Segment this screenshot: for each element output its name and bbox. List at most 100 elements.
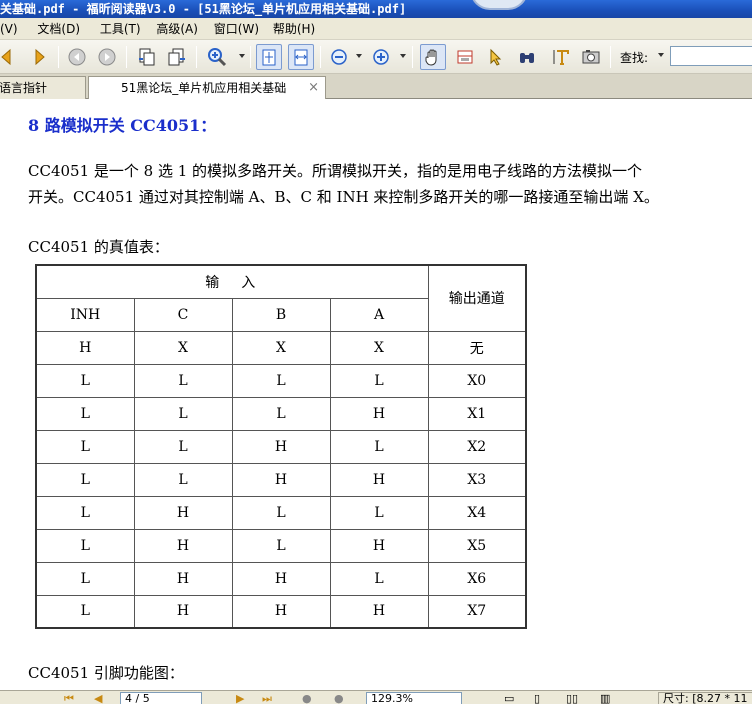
back-view-icon[interactable]: ● <box>302 692 312 704</box>
zoom-out-minus-icon[interactable] <box>326 44 352 70</box>
output-channel-cell: X3 <box>427 462 527 497</box>
table-row: L L H L X2 <box>35 429 527 464</box>
first-page-icon[interactable]: ⏮ <box>64 692 74 704</box>
input-cell: L <box>329 495 429 530</box>
menu-tools[interactable]: 工具(T) <box>100 18 147 40</box>
search-input[interactable] <box>670 46 752 66</box>
input-cell: L <box>133 429 233 464</box>
paste-page-icon[interactable] <box>164 44 190 70</box>
toolbar-separator <box>250 46 251 68</box>
prev-arrow-icon[interactable] <box>0 44 20 70</box>
paragraph-line: 开关。CC4051 通过对其控制端 A、B、C 和 INH 来控制多路开关的哪一… <box>28 188 659 206</box>
tab-51hei-mcu-basics[interactable]: 51黑论坛_单片机应用相关基础 × <box>88 76 326 99</box>
facing-page-icon[interactable]: ▯▯ <box>566 692 578 704</box>
input-cell: L <box>231 495 331 530</box>
binoculars-icon[interactable] <box>514 44 540 70</box>
copy-page-icon[interactable] <box>134 44 160 70</box>
table-row: L H L L X4 <box>35 495 527 530</box>
continuous-facing-icon[interactable]: ▥ <box>600 692 610 704</box>
page-number-field[interactable]: 4 / 5 <box>120 692 202 704</box>
input-cell: L <box>133 363 233 398</box>
input-cell: L <box>329 429 429 464</box>
tab-language-pointer[interactable]: 语言指针 <box>0 76 86 99</box>
column-header: B <box>231 297 331 332</box>
zoom-in-dropdown-chevron-icon[interactable] <box>400 54 406 58</box>
search-label: 查找: <box>620 51 649 65</box>
input-cell: H <box>231 594 331 629</box>
menu-document[interactable]: 文档(D) <box>37 18 86 40</box>
output-channel-cell: 无 <box>427 330 527 365</box>
toolbar-separator <box>320 46 321 68</box>
input-cell: H <box>133 495 233 530</box>
fit-page-icon[interactable] <box>256 44 282 70</box>
input-cell: H <box>329 594 429 629</box>
table-row: L L H H X3 <box>35 462 527 497</box>
toolbar-separator <box>58 46 59 68</box>
output-header: 输出通道 <box>427 264 527 332</box>
forward-view-icon[interactable]: ● <box>334 692 344 704</box>
zoom-dropdown-chevron-icon[interactable] <box>239 54 245 58</box>
input-cell: X <box>133 330 233 365</box>
input-cell: H <box>133 594 233 629</box>
column-header: C <box>133 297 233 332</box>
menu-help[interactable]: 帮助(H) <box>273 18 321 40</box>
truth-table-caption: CC4051 的真值表： <box>28 238 169 256</box>
toolbar-separator <box>412 46 413 68</box>
menu-view[interactable]: (V) <box>0 18 24 40</box>
status-bar: ⏮ ◀ 4 / 5 ▶ ⏭ ● ● 129.3% ▭ ▯ ▯▯ ▥ 尺寸: [8… <box>0 690 752 704</box>
input-cell: L <box>133 396 233 431</box>
input-header: 输 入 <box>35 264 429 299</box>
input-cell: X <box>329 330 429 365</box>
document-view[interactable]: 8 路模拟开关 CC4051： CC4051 是一个 8 选 1 的模拟多路开关… <box>0 100 752 690</box>
input-cell: L <box>231 363 331 398</box>
zoom-out-dropdown-chevron-icon[interactable] <box>356 54 362 58</box>
snapshot-select-icon[interactable] <box>452 44 478 70</box>
page-size-readout: 尺寸: [8.27 * 11 <box>658 692 752 704</box>
last-page-icon[interactable]: ⏭ <box>262 692 272 704</box>
input-cell: L <box>35 594 135 629</box>
zoom-in-plus-icon[interactable] <box>368 44 394 70</box>
close-icon[interactable]: × <box>308 77 319 99</box>
input-cell: L <box>35 462 135 497</box>
table-row: L L L H X1 <box>35 396 527 431</box>
zoom-in-icon[interactable] <box>204 44 230 70</box>
menu-advanced[interactable]: 高级(A) <box>156 18 204 40</box>
continuous-page-icon[interactable]: ▯ <box>534 692 540 704</box>
table-row: L H H H X7 <box>35 594 527 629</box>
next-arrow-icon[interactable] <box>26 44 52 70</box>
text-tool-icon[interactable] <box>548 44 574 70</box>
input-cell: L <box>231 396 331 431</box>
output-channel-cell: X2 <box>427 429 527 464</box>
camera-icon[interactable] <box>578 44 604 70</box>
input-cell: H <box>133 561 233 596</box>
input-cell: L <box>35 528 135 563</box>
input-cell: L <box>35 429 135 464</box>
menu-window[interactable]: 窗口(W) <box>214 18 265 40</box>
section-heading: 8 路模拟开关 CC4051： <box>28 116 217 135</box>
menu-bar: (V) 文档(D) 工具(T) 高级(A) 窗口(W) 帮助(H) <box>0 18 752 40</box>
prev-page-icon[interactable]: ◀ <box>94 692 102 704</box>
title-bar-ornament <box>470 0 528 10</box>
next-page-icon[interactable]: ▶ <box>236 692 244 704</box>
hand-tool-icon[interactable] <box>420 44 446 70</box>
input-cell: L <box>35 495 135 530</box>
table-row: HXXX无 <box>35 330 527 365</box>
window-title-bar: 关基础.pdf - 福昕阅读器V3.0 - [51黑论坛_单片机应用相关基础.p… <box>0 0 752 18</box>
select-arrow-icon[interactable] <box>482 44 508 70</box>
input-cell: X <box>231 330 331 365</box>
tab-label: 语言指针 <box>0 81 48 95</box>
table-row: L L L L X0 <box>35 363 527 398</box>
table-row: L H H L X6 <box>35 561 527 596</box>
zoom-level-field[interactable]: 129.3% <box>366 692 462 704</box>
search-options-chevron-icon[interactable] <box>658 53 664 57</box>
input-cell: H <box>329 528 429 563</box>
back-icon[interactable] <box>64 44 90 70</box>
column-header: INH <box>35 297 135 332</box>
toolbar: 查找: <box>0 40 752 74</box>
input-cell: H <box>231 429 331 464</box>
single-page-icon[interactable]: ▭ <box>504 692 514 704</box>
forward-icon[interactable] <box>94 44 120 70</box>
output-channel-cell: X5 <box>427 528 527 563</box>
fit-width-icon[interactable] <box>288 44 314 70</box>
window-title: 关基础.pdf - 福昕阅读器V3.0 - [51黑论坛_单片机应用相关基础.p… <box>0 2 407 16</box>
